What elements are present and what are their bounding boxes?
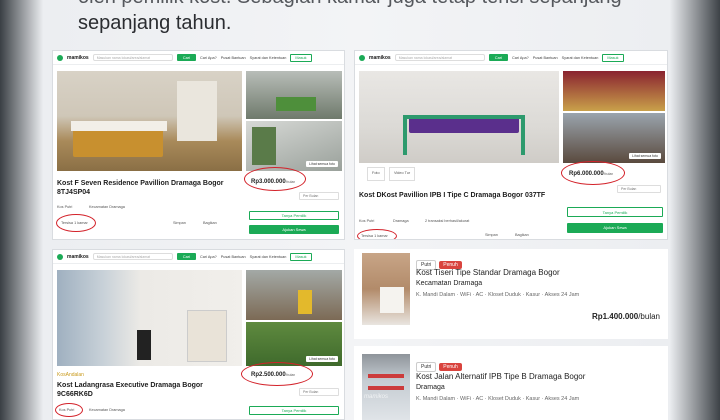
watermark-text: mamikos	[364, 394, 389, 400]
nav-cari-apa[interactable]: Cari Apa?	[200, 255, 217, 259]
nav-syarat[interactable]: Syarat dan Ketentuan	[250, 56, 287, 60]
share-button[interactable]: Bagikan	[515, 233, 529, 237]
room-photo-main[interactable]	[57, 270, 242, 366]
duration-select[interactable]: Per Bulan	[299, 388, 339, 396]
site-navbar: mamikos Masukan nama lokasi/area/alamat …	[53, 51, 344, 65]
listing-facilities: K. Mandi Dalam · WiFi · AC · Kloset Dudu…	[416, 396, 580, 402]
location-text: Kecamatan Dramaga	[89, 408, 125, 412]
room-photo-bottom-right[interactable]: Lihat semua foto	[246, 322, 342, 366]
room-photo-main[interactable]	[57, 71, 242, 171]
transaction-info: 2 transaksi berhasil/akurat	[425, 219, 470, 223]
room-photo-main[interactable]	[359, 71, 559, 163]
site-navbar: mamikos Masukan nama lokasi/area/alamat …	[355, 51, 667, 65]
nav-cari-apa[interactable]: Cari Apa?	[200, 56, 217, 60]
intro-line-1: oleh pemilik kost. Sebagian kamar juga t…	[78, 0, 698, 8]
tag-putri: Putri	[416, 362, 437, 372]
site-logo[interactable]: mamikos	[369, 55, 391, 61]
ask-owner-button[interactable]: Tanya Pemilik	[249, 211, 339, 220]
tag-penuh: Penuh	[439, 363, 462, 371]
apply-rent-button[interactable]: Ajukan Sewa	[249, 225, 339, 234]
price-highlight	[244, 167, 306, 191]
search-button[interactable]: Cari	[176, 54, 197, 61]
listing-price: Rp1.400.000/bulan	[592, 312, 660, 321]
kos-type: Kos Putri	[57, 205, 73, 209]
listing-area: Dramaga	[416, 384, 445, 391]
listing-tags: Putri Penuh	[416, 355, 465, 373]
availability-highlight	[56, 214, 96, 232]
mamikos-logo-icon	[57, 54, 63, 61]
nav-pusat-bantuan[interactable]: Pusat Bantuan	[533, 56, 558, 60]
see-all-photos-button[interactable]: Lihat semua foto	[629, 153, 661, 159]
tab-photo[interactable]: Foto	[367, 167, 385, 181]
listing-area: Kecamatan Dramaga	[416, 280, 483, 287]
nav-cari-apa[interactable]: Cari Apa?	[512, 56, 529, 60]
location-text: Dramaga	[393, 219, 409, 223]
type-highlight	[55, 403, 83, 417]
listing-title: Kost F Seven Residence Pavillion Dramaga…	[57, 180, 224, 196]
kos-andalan-badge: KosAndalan	[57, 372, 84, 378]
ask-owner-button[interactable]: Tanya Pemilik	[567, 207, 663, 217]
listing-facilities: K. Mandi Dalam · WiFi · AC · Kloset Dudu…	[416, 292, 580, 298]
apply-rent-button[interactable]: Ajukan Sewa	[567, 223, 663, 233]
share-button[interactable]: Bagikan	[203, 221, 217, 225]
site-navbar: mamikos Masukan nama lokasi/area/alamat …	[53, 250, 344, 264]
search-button[interactable]: Cari	[488, 54, 509, 61]
save-button[interactable]: Simpan	[485, 233, 498, 237]
login-button[interactable]: Masuk	[290, 252, 312, 261]
screenshot-kost-ladangrasa: mamikos Masukan nama lokasi/area/alamat …	[52, 249, 345, 420]
price-value: Rp1.400.000	[591, 312, 639, 321]
mamikos-logo-icon	[359, 54, 365, 61]
availability-highlight	[357, 229, 397, 239]
intro-line-2: sepanjang tahun.	[78, 12, 232, 34]
ask-owner-button[interactable]: Tanya Pemilik	[249, 406, 339, 415]
see-all-photos-button[interactable]: Lihat semua foto	[306, 161, 338, 167]
screenshot-kost-f-seven: mamikos Masukan nama lokasi/area/alamat …	[52, 50, 345, 240]
site-logo[interactable]: mamikos	[67, 55, 89, 61]
price-highlight	[241, 362, 313, 386]
save-button[interactable]: Simpan	[173, 221, 186, 225]
screenshot-dkost-pavillion: mamikos Masukan nama lokasi/area/alamat …	[354, 50, 668, 240]
room-photo-top-right[interactable]	[563, 71, 665, 111]
listing-title: Kost DKost Pavillion IPB I Tipe C Dramag…	[359, 192, 546, 199]
tab-video-tour[interactable]: Video Tur	[389, 167, 416, 181]
login-button[interactable]: Masuk	[290, 53, 312, 62]
nav-syarat[interactable]: Syarat dan Ketentuan	[250, 255, 287, 259]
listing-title[interactable]: Kost Tiseri Tipe Standar Dramaga Bogor	[416, 268, 560, 277]
listing-title[interactable]: Kost Jalan Alternatif IPB Tipe B Dramaga…	[416, 372, 585, 381]
nav-syarat[interactable]: Syarat dan Ketentuan	[562, 56, 599, 60]
nav-pusat-bantuan[interactable]: Pusat Bantuan	[221, 255, 246, 259]
search-input[interactable]: Masukan nama lokasi/area/alamat	[394, 54, 485, 61]
search-button[interactable]: Cari	[176, 253, 197, 260]
site-logo[interactable]: mamikos	[67, 254, 89, 260]
mamikos-logo-icon	[57, 253, 63, 260]
duration-select[interactable]: Per Bulan	[617, 185, 661, 193]
login-button[interactable]: Masuk	[602, 53, 624, 62]
room-photo-top-right[interactable]	[246, 71, 342, 119]
nav-pusat-bantuan[interactable]: Pusat Bantuan	[221, 56, 246, 60]
see-all-photos-button[interactable]: Lihat semua foto	[306, 356, 338, 362]
kos-type: Kos Putri	[359, 219, 375, 223]
price-highlight	[561, 161, 625, 185]
room-photo-top-right[interactable]	[246, 270, 342, 320]
search-result-kost-tiseri[interactable]: Putri Penuh Kost Tiseri Tipe Standar Dram…	[354, 249, 668, 339]
room-photo-bottom-right[interactable]: Lihat semua foto	[563, 113, 665, 163]
location-text: Kecamatan Dramaga	[89, 205, 125, 209]
price-period: /bulan	[638, 312, 660, 321]
listing-thumbnail[interactable]: mamikos	[362, 354, 410, 420]
room-photo-bottom-right[interactable]: Lihat semua foto	[246, 121, 342, 171]
search-result-kost-jalan-alternatif[interactable]: mamikos Putri Penuh Kost Jalan Alternatif…	[354, 346, 668, 420]
listing-thumbnail[interactable]	[362, 253, 410, 325]
search-input[interactable]: Masukan nama lokasi/area/alamat	[92, 253, 173, 260]
listing-title: Kost Ladangrasa Executive Dramaga Bogor …	[57, 382, 203, 398]
duration-select[interactable]: Per Bulan	[299, 192, 339, 200]
search-input[interactable]: Masukan nama lokasi/area/alamat	[92, 54, 173, 61]
